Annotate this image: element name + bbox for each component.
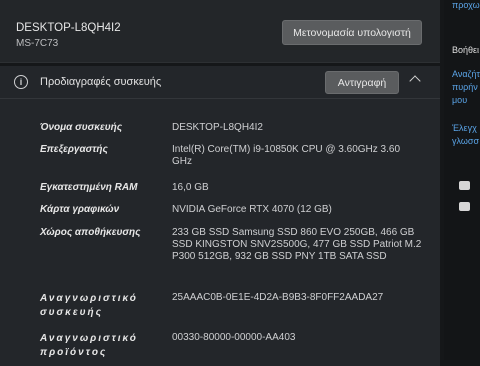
related-help-pane: προχωρ Βοήθει Αναζήτ πυρήν μου Έλεγχ γλω… (444, 0, 480, 360)
spec-label: Αναγνωριστικό συσκευής (40, 293, 138, 318)
advanced-link[interactable]: προχωρ (452, 0, 480, 10)
spec-value: 233 GB SSD Samsung SSD 860 EVO 250GB, 46… (172, 227, 422, 262)
help-link-check[interactable]: Έλεγχ γλωσσ (452, 122, 480, 148)
support-icon[interactable] (459, 202, 470, 211)
device-card: DESKTOP-L8QH4I2 MS-7C73 Μετονομασία υπολ… (0, 0, 440, 63)
help-heading: Βοήθει (452, 45, 480, 55)
spec-label: Χώρος αποθήκευσης (40, 227, 141, 238)
rename-pc-button[interactable]: Μετονομασία υπολογιστή (282, 20, 422, 45)
help-link-search[interactable]: Αναζήτ πυρήν μου (452, 68, 480, 107)
copy-button[interactable]: Αντιγραφή (325, 71, 399, 94)
device-specifications-title: Προδιαγραφές συσκευής (40, 76, 162, 88)
spec-label: Όνομα συσκευής (40, 122, 123, 133)
spec-label: Κάρτα γραφικών (40, 204, 120, 215)
spec-label: Επεξεργαστής (40, 144, 108, 155)
chevron-up-icon[interactable] (409, 75, 421, 87)
spec-value: DESKTOP-L8QH4I2 (172, 122, 263, 133)
device-specifications-panel: i Προδιαγραφές συσκευής Αντιγραφή Όνομα … (0, 66, 440, 366)
spec-value: 16,0 GB (172, 182, 209, 193)
spec-value: Intel(R) Core(TM) i9-10850K CPU @ 3.60GH… (172, 144, 401, 167)
device-specifications-header[interactable]: i Προδιαγραφές συσκευής Αντιγραφή (0, 66, 440, 99)
spec-value: NVIDIA GeForce RTX 4070 (12 GB) (172, 204, 332, 215)
device-model: MS-7C73 (16, 38, 59, 49)
spec-label: Εγκατεστημένη RAM (40, 182, 138, 193)
spec-label: Αναγνωριστικό προϊόντος (40, 333, 138, 358)
spec-value: 25AAAC0B-0E1E-4D2A-B9B3-8F0FF2AADA27 (172, 292, 384, 303)
spec-value: 00330-80000-00000-AA403 (172, 332, 296, 343)
device-name: DESKTOP-L8QH4I2 (16, 22, 121, 34)
info-icon: i (14, 75, 28, 89)
feedback-icon[interactable] (459, 181, 470, 190)
